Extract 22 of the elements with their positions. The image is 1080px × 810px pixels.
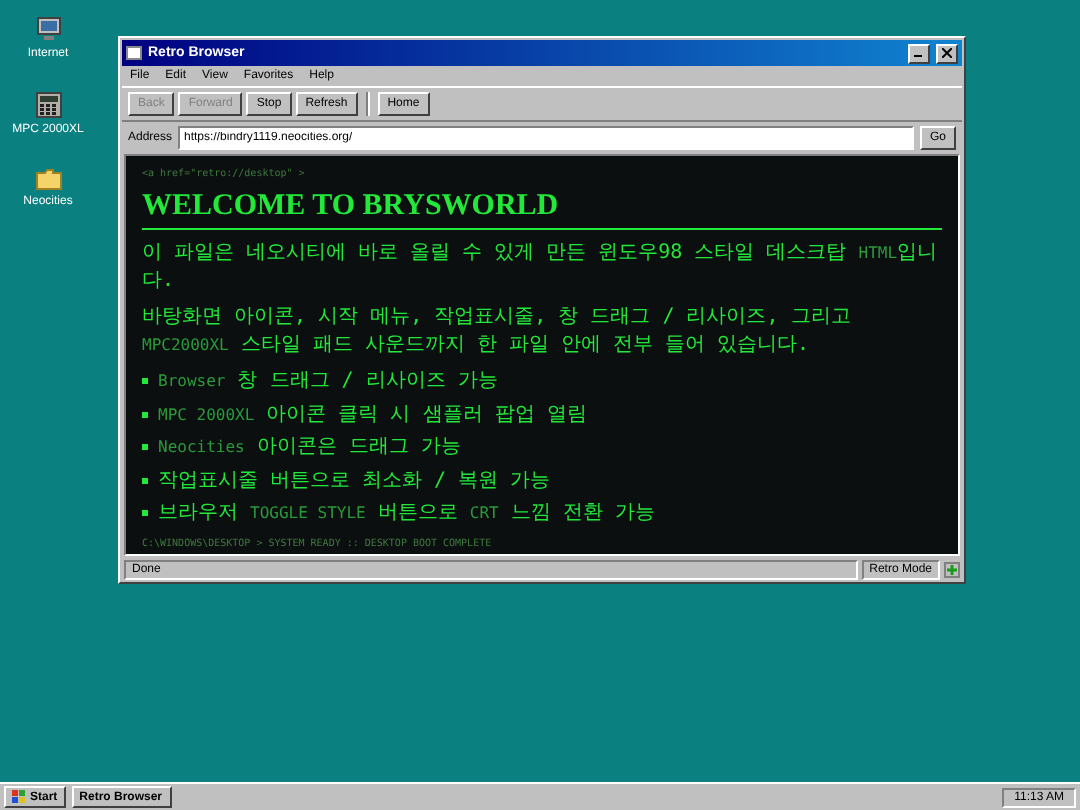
list-item: 작업표시줄 버튼으로 최소화 / 복원 가능	[158, 467, 551, 494]
bullet-icon	[142, 444, 148, 451]
status-icon	[944, 561, 960, 577]
page-heading: WELCOME TO BRYSWORLD	[142, 190, 942, 230]
windows-logo-icon	[12, 790, 26, 804]
bullet-icon	[142, 411, 148, 418]
list-item: Neocities 아이콘은 드래그 가능	[158, 434, 461, 461]
paragraph: 이 파일은 네오시티에 바로 올릴 수 있게 만든 윈도우98 스타일 데스크탑 HTML입니다.	[142, 240, 940, 294]
bullet-icon	[142, 477, 148, 484]
close-icon	[942, 48, 952, 58]
list-item: MPC 2000XL 아이콘 클릭 시 샘플러 팝업 열림	[158, 401, 587, 428]
list-item: 브라우저 TOGGLE STYLE 버튼으로 CRT 느낌 전환 가능	[158, 500, 655, 527]
paragraph: 바탕화면 아이콘, 시작 메뉴, 작업표시줄, 창 드래그 / 리사이즈, 그리고 MPC2000XL 스타일 패드 사운드까지 한 파일 안에 전부 들어 있습니다.	[142, 304, 853, 358]
minimize-button[interactable]	[908, 43, 930, 63]
sampler-icon	[35, 92, 61, 118]
window-icon	[126, 46, 142, 60]
close-button[interactable]	[936, 43, 958, 63]
monitor-icon	[35, 16, 61, 42]
bullet-icon	[142, 510, 148, 517]
bullet-icon	[142, 378, 148, 385]
folder-icon	[35, 168, 61, 190]
list-item: Browser 창 드래그 / 리사이즈 가능	[158, 368, 498, 395]
